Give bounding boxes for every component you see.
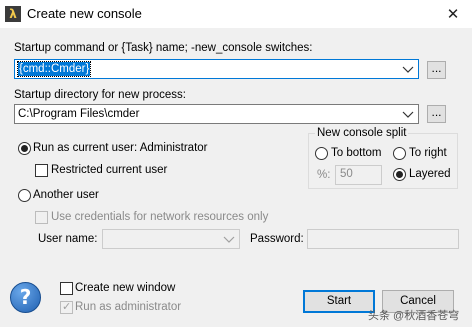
run-as-current-user-label: Run as current user: Administrator xyxy=(33,142,208,154)
another-user-radio[interactable] xyxy=(18,189,31,202)
to-bottom-radio[interactable] xyxy=(315,147,328,160)
startup-command-value: {cmd::Cmder} xyxy=(16,61,92,77)
run-as-admin-checkbox[interactable] xyxy=(60,300,73,314)
watermark: 头条 @秋酒香苍穹 xyxy=(368,310,460,322)
split-percent-value: 50 xyxy=(340,168,353,180)
startup-directory-value: C:\Program Files\cmder xyxy=(18,108,140,120)
startup-directory-label: Startup directory for new process: xyxy=(14,89,186,101)
split-percent-label: %: xyxy=(317,169,331,181)
startup-command-browse-button[interactable]: ... xyxy=(427,61,446,79)
help-icon[interactable]: ? xyxy=(10,282,41,313)
startup-directory-browse-button[interactable]: ... xyxy=(427,105,446,123)
username-label: User name: xyxy=(38,233,98,245)
username-combo[interactable] xyxy=(102,229,240,249)
use-credentials-checkbox[interactable] xyxy=(35,211,48,224)
startup-command-combo[interactable]: {cmd::Cmder} xyxy=(14,59,419,79)
password-label: Password: xyxy=(250,233,304,245)
create-new-window-label: Create new window xyxy=(75,282,176,294)
restricted-user-label: Restricted current user xyxy=(51,164,168,176)
start-button[interactable]: Start xyxy=(303,290,375,313)
chevron-down-icon[interactable] xyxy=(221,231,237,247)
layered-radio[interactable] xyxy=(393,168,406,181)
split-percent-field[interactable]: 50 xyxy=(335,165,382,185)
startup-directory-combo[interactable]: C:\Program Files\cmder xyxy=(14,104,419,124)
run-as-admin-label: Run as administrator xyxy=(75,301,182,313)
password-field[interactable] xyxy=(307,229,459,249)
create-new-window-checkbox[interactable] xyxy=(60,282,73,295)
another-user-label: Another user xyxy=(33,189,99,201)
run-as-current-user-radio[interactable] xyxy=(18,142,31,155)
restricted-user-checkbox[interactable] xyxy=(35,164,48,177)
close-icon[interactable]: ✕ xyxy=(438,3,468,25)
window-title: Create new console xyxy=(27,6,142,21)
chevron-down-icon[interactable] xyxy=(400,61,416,77)
chevron-down-icon[interactable] xyxy=(400,106,416,122)
layered-label: Layered xyxy=(409,168,451,180)
to-right-radio[interactable] xyxy=(393,147,406,160)
new-console-split-label: New console split xyxy=(315,127,409,139)
cmder-lambda-icon: λ xyxy=(5,6,21,22)
to-right-label: To right xyxy=(409,147,447,159)
to-bottom-label: To bottom xyxy=(331,147,382,159)
startup-command-label: Startup command or {Task} name; -new_con… xyxy=(14,42,313,54)
use-credentials-label: Use credentials for network resources on… xyxy=(51,211,269,223)
new-console-split-group xyxy=(308,133,458,189)
